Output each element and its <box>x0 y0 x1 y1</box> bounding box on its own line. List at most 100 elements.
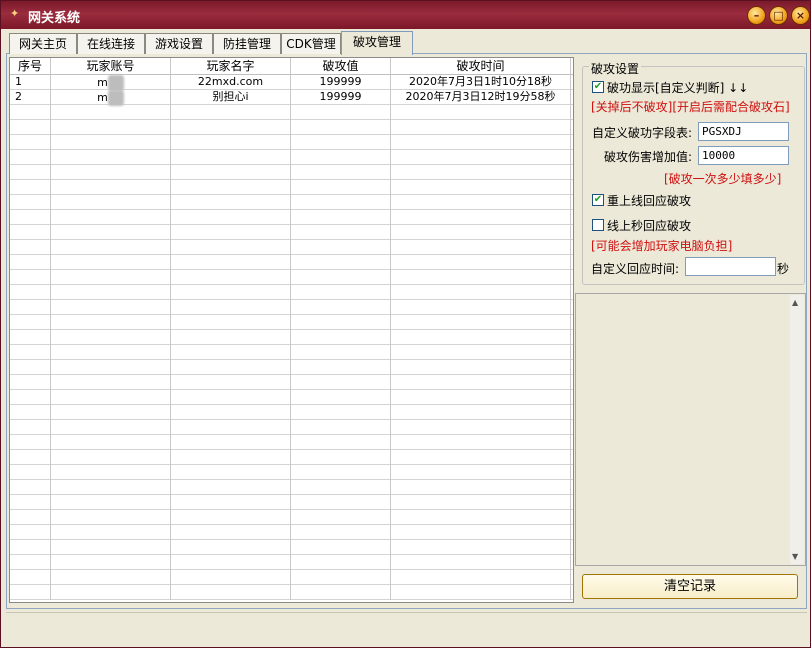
table-row[interactable] <box>10 210 573 225</box>
table-row[interactable] <box>10 405 573 420</box>
table-row[interactable] <box>10 315 573 330</box>
scroll-up-icon[interactable]: ▲ <box>792 298 798 307</box>
tab-cdk-management[interactable]: CDK管理 <box>281 33 341 54</box>
table-cell <box>291 105 391 120</box>
table-row[interactable] <box>10 345 573 360</box>
table-cell <box>291 315 391 330</box>
table-cell <box>51 195 171 210</box>
table-row[interactable] <box>10 360 573 375</box>
table-row[interactable] <box>10 525 573 540</box>
tab-anti-cheat[interactable]: 防挂管理 <box>213 33 281 54</box>
table-row[interactable] <box>10 420 573 435</box>
online-second-response-checkbox[interactable] <box>592 219 604 231</box>
clear-records-button[interactable]: 清空记录 <box>582 574 798 599</box>
table-row[interactable] <box>10 225 573 240</box>
maximize-button[interactable]: □ <box>769 6 788 25</box>
table-row[interactable] <box>10 555 573 570</box>
table-cell <box>291 285 391 300</box>
column-header-time[interactable]: 破攻时间 <box>391 58 571 74</box>
log-textarea[interactable]: ▲ ▼ <box>575 293 806 566</box>
table-cell <box>10 465 51 480</box>
table-row[interactable]: 1 m 22mxd.com 199999 2020年7月3日1时10分18秒 <box>10 75 573 91</box>
table-row[interactable] <box>10 465 573 480</box>
table-cell <box>391 120 571 135</box>
table-row[interactable] <box>10 270 573 285</box>
table-row[interactable] <box>10 330 573 345</box>
table-row[interactable] <box>10 495 573 510</box>
table-row[interactable] <box>10 105 573 120</box>
table-cell <box>171 330 291 345</box>
table-row[interactable] <box>10 255 573 270</box>
table-cell <box>391 225 571 240</box>
table-cell <box>171 300 291 315</box>
table-row[interactable] <box>10 240 573 255</box>
table-row[interactable] <box>10 195 573 210</box>
table-cell <box>10 375 51 390</box>
custom-response-time-input[interactable] <box>685 257 776 276</box>
table-cell <box>51 495 171 510</box>
table-cell <box>10 210 51 225</box>
table-cell <box>291 450 391 465</box>
column-header-name[interactable]: 玩家名字 <box>171 58 291 74</box>
table-cell <box>291 165 391 180</box>
table-cell <box>10 570 51 585</box>
log-scrollbar[interactable]: ▲ ▼ <box>790 295 804 564</box>
table-row[interactable] <box>10 135 573 150</box>
table-cell <box>171 225 291 240</box>
scroll-down-icon[interactable]: ▼ <box>792 552 798 561</box>
settings-legend: 破攻设置 <box>589 60 642 77</box>
tab-online-connections[interactable]: 在线连接 <box>77 33 145 54</box>
table-row[interactable] <box>10 375 573 390</box>
tab-game-settings[interactable]: 游戏设置 <box>145 33 213 54</box>
table-cell <box>291 435 391 450</box>
table-row[interactable] <box>10 450 573 465</box>
table-row[interactable] <box>10 165 573 180</box>
table-row[interactable] <box>10 510 573 525</box>
table-cell <box>51 120 171 135</box>
seconds-unit: 秒 <box>777 262 790 276</box>
table-row[interactable] <box>10 285 573 300</box>
column-header-value[interactable]: 破攻值 <box>291 58 391 74</box>
table-row[interactable] <box>10 585 573 600</box>
custom-field-input[interactable]: PGSXDJ <box>698 122 789 141</box>
show-break-checkbox[interactable]: ✔ <box>592 81 604 93</box>
table-cell <box>51 390 171 405</box>
table-row[interactable] <box>10 390 573 405</box>
table-cell <box>291 180 391 195</box>
title-bar[interactable]: ✦ 网关系统 – □ × <box>1 1 810 29</box>
table-row[interactable] <box>10 540 573 555</box>
table-cell <box>51 360 171 375</box>
table-row[interactable] <box>10 480 573 495</box>
table-cell <box>10 300 51 315</box>
tab-gateway-home[interactable]: 网关主页 <box>9 33 77 54</box>
table-cell <box>291 540 391 555</box>
column-header-index[interactable]: 序号 <box>10 58 51 74</box>
close-button[interactable]: × <box>791 6 810 25</box>
table-cell <box>171 495 291 510</box>
table-row[interactable] <box>10 435 573 450</box>
table-cell <box>391 195 571 210</box>
column-header-account[interactable]: 玩家账号 <box>51 58 171 74</box>
table-cell <box>391 330 571 345</box>
table-row[interactable] <box>10 180 573 195</box>
table-cell <box>171 345 291 360</box>
table-row[interactable] <box>10 150 573 165</box>
table-row[interactable] <box>10 300 573 315</box>
table-cell <box>51 450 171 465</box>
tab-label: 破攻管理 <box>352 35 401 49</box>
table-cell <box>51 480 171 495</box>
table-cell <box>391 345 571 360</box>
table-row[interactable] <box>10 120 573 135</box>
tab-break-attack-management[interactable]: 破攻管理 <box>341 31 413 55</box>
table-cell <box>10 420 51 435</box>
table-cell <box>51 180 171 195</box>
break-attack-table[interactable]: 序号 玩家账号 玩家名字 破攻值 破攻时间 1 m 22mxd.com 199999 2… <box>9 57 574 603</box>
table-row[interactable]: 2 m 别担心i 199999 2020年7月3日12时19分58秒 <box>10 90 573 106</box>
table-cell <box>10 450 51 465</box>
table-cell <box>391 180 571 195</box>
minimize-button[interactable]: – <box>747 6 766 25</box>
table-row[interactable] <box>10 570 573 585</box>
table-cell <box>391 150 571 165</box>
reconnect-response-checkbox[interactable]: ✔ <box>592 194 604 206</box>
damage-increase-input[interactable]: 10000 <box>698 146 789 165</box>
